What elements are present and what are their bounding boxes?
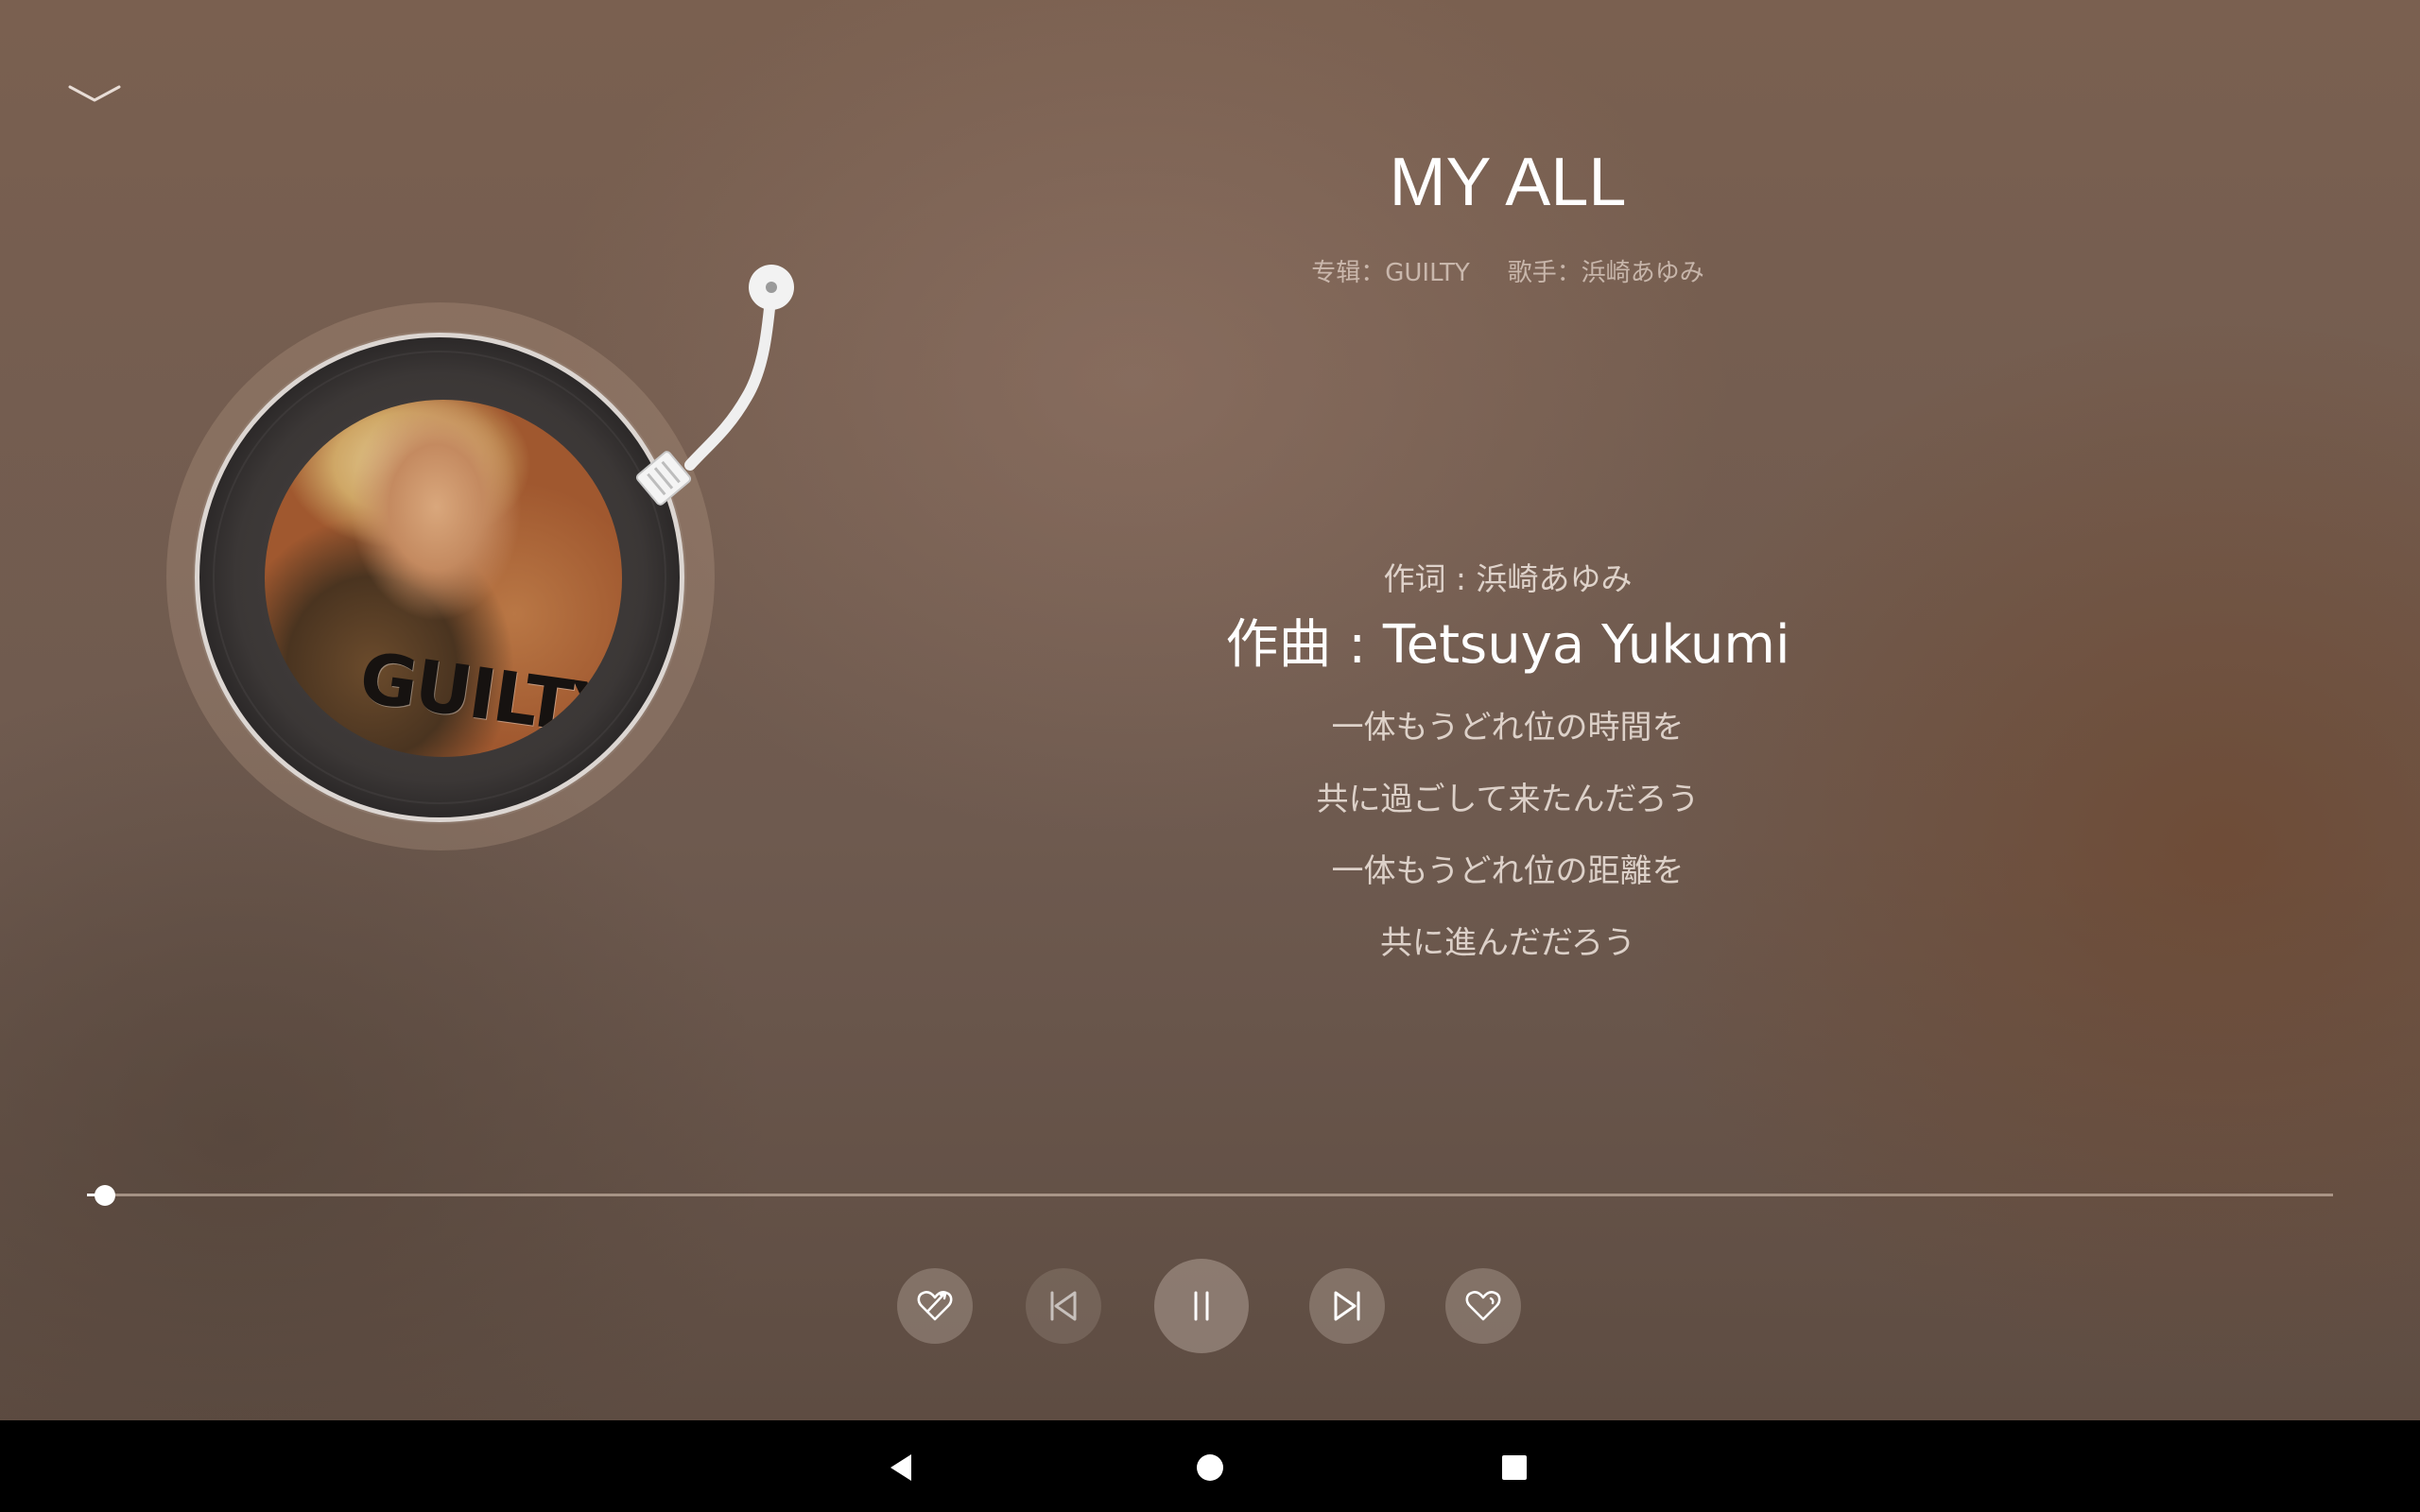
system-home-button[interactable]	[1182, 1439, 1238, 1496]
pause-icon	[1194, 1291, 1209, 1321]
music-player-screen: GUILTY MY ALL 专辑：GUILTY 歌手：浜崎あゆみ 作词 : 浜崎あ…	[0, 0, 2420, 1420]
dislike-button[interactable]	[897, 1268, 973, 1344]
playback-controls	[0, 1259, 2420, 1368]
skip-next-icon	[1334, 1291, 1360, 1321]
artist-label[interactable]: 歌手：浜崎あゆみ	[1508, 259, 1704, 287]
album-cover-text: GUILTY	[354, 637, 622, 754]
album-cover: GUILTY	[265, 400, 622, 757]
lyric-current-line: 作曲 : Tetsuya Yukumi	[1225, 614, 1790, 676]
lyric-lyricist: 作词 : 浜崎あゆみ	[1383, 560, 1633, 597]
previous-button[interactable]	[1026, 1268, 1101, 1344]
chevron-down-icon	[68, 85, 121, 102]
album-label[interactable]: 专辑：GUILTY	[1311, 259, 1470, 287]
skip-previous-icon	[1050, 1291, 1077, 1321]
collapse-button[interactable]	[60, 70, 129, 115]
lyric-line: 共に過ごして来たんだろう	[1316, 781, 1700, 818]
back-triangle-icon	[890, 1454, 911, 1481]
heart-outline-icon	[1465, 1291, 1501, 1321]
lyric-line: 一体もうどれ位の時間を	[1331, 709, 1685, 747]
recents-square-icon	[1502, 1455, 1527, 1480]
song-title: MY ALL	[1389, 145, 1627, 220]
home-circle-icon	[1197, 1454, 1223, 1481]
lyrics-panel[interactable]: 作词 : 浜崎あゆみ 作曲 : Tetsuya Yukumi 一体もうどれ位の時…	[1134, 556, 1881, 979]
progress-thumb[interactable]	[95, 1185, 115, 1206]
next-button[interactable]	[1309, 1268, 1385, 1344]
pause-button[interactable]	[1154, 1259, 1249, 1353]
like-button[interactable]	[1445, 1268, 1521, 1344]
system-recents-button[interactable]	[1486, 1439, 1543, 1496]
song-meta: 专辑：GUILTY 歌手：浜崎あゆみ	[1134, 253, 1881, 288]
system-navigation-bar	[0, 1420, 2420, 1512]
progress-track	[87, 1194, 2333, 1196]
progress-slider[interactable]	[87, 1185, 2333, 1206]
tonearm-icon	[635, 265, 794, 506]
heart-broken-icon	[917, 1291, 953, 1321]
lyric-line: 共に進んだだろう	[1380, 924, 1635, 962]
system-back-button[interactable]	[873, 1439, 930, 1496]
lyric-line: 一体もうどれ位の距離を	[1331, 852, 1685, 890]
